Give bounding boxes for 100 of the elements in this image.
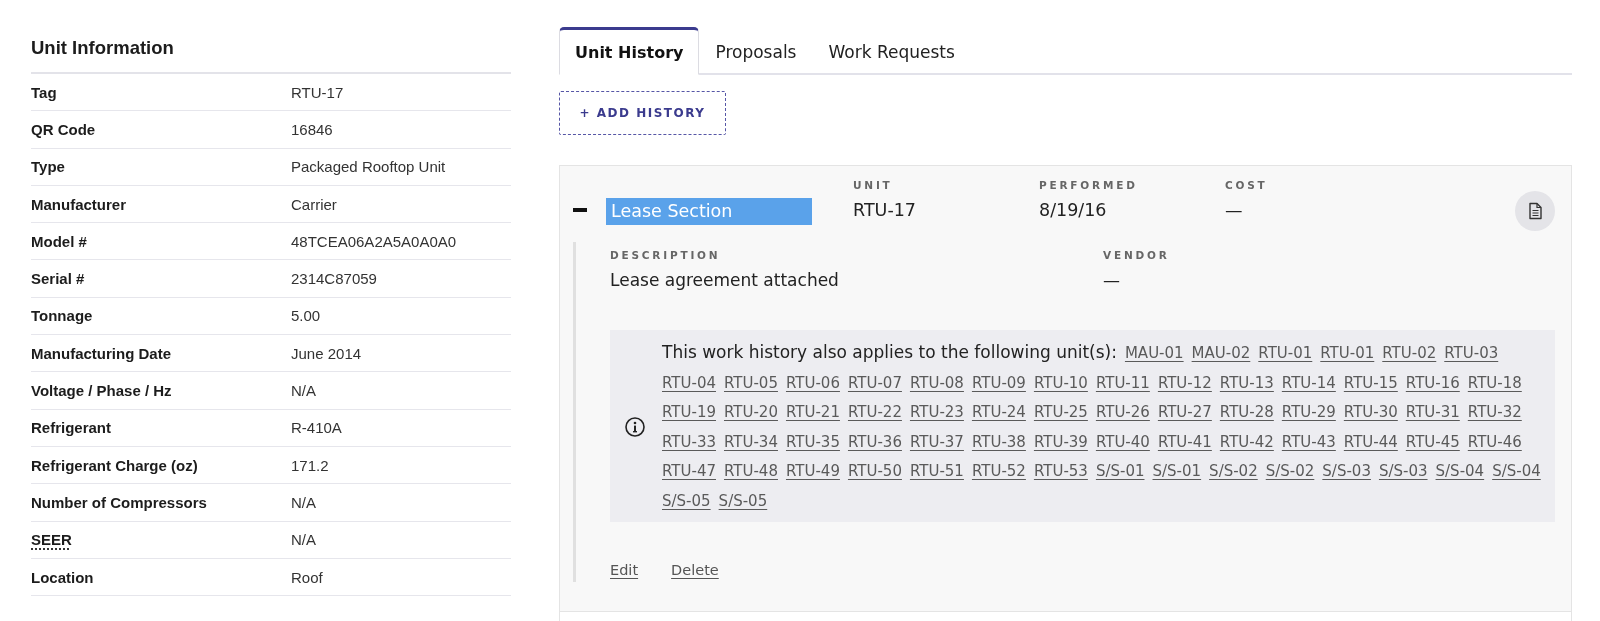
unit-link[interactable]: RTU-08: [909, 368, 964, 398]
unit-link[interactable]: MAU-01: [1124, 339, 1184, 369]
unit-link[interactable]: RTU-50: [847, 457, 902, 487]
unit-link[interactable]: RTU-49: [785, 457, 840, 487]
unit-link[interactable]: RTU-37: [909, 427, 964, 457]
unit-link[interactable]: RTU-45: [1405, 427, 1460, 457]
unit-link[interactable]: RTU-42: [1219, 427, 1274, 457]
unit-link[interactable]: RTU-21: [785, 398, 840, 428]
detail-value: Lease agreement attached: [610, 269, 839, 292]
unit-link[interactable]: RTU-05: [724, 368, 778, 398]
unit-link[interactable]: RTU-28: [1219, 398, 1274, 428]
unit-link[interactable]: RTU-34: [724, 427, 778, 457]
unit-link[interactable]: RTU-27: [1157, 398, 1212, 428]
unit-link[interactable]: RTU-40: [1095, 427, 1150, 457]
unit-link[interactable]: S/S-04: [1492, 457, 1541, 487]
unit-link[interactable]: S/S-01: [1095, 457, 1145, 487]
unit-link[interactable]: RTU-26: [1095, 398, 1150, 428]
unit-link[interactable]: RTU-06: [785, 368, 840, 398]
property-value: N/A: [291, 531, 316, 549]
unit-link[interactable]: RTU-11: [1095, 368, 1150, 398]
unit-link[interactable]: RTU-04: [662, 368, 716, 398]
property-label: Type: [31, 158, 65, 176]
notice-text: This work history also applies to the following unit(s):: [662, 341, 1117, 364]
unit-link[interactable]: RTU-38: [971, 427, 1026, 457]
unit-link[interactable]: S/S-05: [662, 486, 711, 516]
tab[interactable]: Work Requests: [812, 27, 971, 75]
property-value: N/A: [291, 493, 316, 511]
document-icon[interactable]: [1515, 191, 1555, 231]
section-title: Unit Information: [31, 36, 511, 74]
unit-link[interactable]: S/S-02: [1209, 457, 1258, 487]
property-label: QR Code: [31, 120, 96, 138]
detail-label: VENDOR: [1103, 248, 1170, 262]
property-label: Refrigerant: [31, 419, 112, 437]
detail-label: DESCRIPTION: [610, 248, 721, 262]
property-label: Tonnage: [31, 307, 93, 325]
unit-link[interactable]: S/S-02: [1265, 457, 1315, 487]
unit-link[interactable]: RTU-14: [1281, 368, 1336, 398]
info-icon: [625, 417, 645, 437]
unit-link[interactable]: RTU-30: [1343, 398, 1398, 428]
unit-link[interactable]: RTU-48: [724, 457, 778, 487]
property-value: 16846: [291, 120, 333, 138]
unit-link[interactable]: S/S-03: [1378, 457, 1428, 487]
unit-link[interactable]: RTU-51: [909, 457, 964, 487]
unit-link[interactable]: S/S-03: [1322, 457, 1371, 487]
tab[interactable]: Unit History: [559, 27, 700, 75]
unit-link[interactable]: RTU-25: [1033, 398, 1088, 428]
unit-link[interactable]: RTU-43: [1281, 427, 1336, 457]
add-history-button[interactable]: + ADD HISTORY: [559, 91, 726, 135]
property-label: Number of Compressors: [31, 493, 207, 511]
property-label: SEER: [31, 531, 72, 549]
tab[interactable]: Proposals: [699, 27, 813, 75]
unit-link[interactable]: RTU-01: [1258, 339, 1313, 369]
unit-link[interactable]: RTU-52: [971, 457, 1026, 487]
unit-link[interactable]: MAU-02: [1191, 339, 1251, 369]
unit-link[interactable]: S/S-04: [1435, 457, 1485, 487]
property-label: Voltage / Phase / Hz: [31, 382, 172, 399]
unit-link[interactable]: RTU-47: [662, 457, 716, 487]
property-value: June 2014: [291, 344, 362, 362]
unit-link[interactable]: RTU-15: [1343, 368, 1398, 398]
unit-link[interactable]: RTU-13: [1219, 368, 1274, 398]
field-value: 8/19/16: [1039, 199, 1107, 222]
unit-link[interactable]: RTU-39: [1033, 427, 1088, 457]
field-label: COST: [1225, 178, 1268, 192]
unit-link[interactable]: RTU-09: [971, 368, 1026, 398]
unit-link[interactable]: RTU-20: [724, 398, 778, 428]
property-value: 5.00: [291, 307, 321, 325]
unit-link[interactable]: RTU-02: [1382, 339, 1437, 369]
field-value: RTU-17: [853, 199, 916, 222]
unit-link[interactable]: RTU-36: [847, 427, 902, 457]
edit-link[interactable]: Edit: [610, 562, 639, 578]
unit-link[interactable]: RTU-41: [1157, 427, 1212, 457]
unit-link[interactable]: RTU-44: [1343, 427, 1398, 457]
unit-link[interactable]: RTU-33: [662, 427, 716, 457]
unit-link[interactable]: S/S-01: [1152, 457, 1202, 487]
unit-link[interactable]: RTU-31: [1405, 398, 1460, 428]
property-label: Refrigerant Charge (oz): [31, 456, 198, 474]
unit-link[interactable]: RTU-16: [1405, 368, 1460, 398]
delete-link[interactable]: Delete: [671, 562, 719, 578]
unit-link[interactable]: RTU-35: [785, 427, 840, 457]
unit-link[interactable]: RTU-46: [1467, 427, 1522, 457]
property-value: Packaged Rooftop Unit: [291, 158, 446, 176]
unit-link[interactable]: RTU-07: [847, 368, 902, 398]
unit-link[interactable]: RTU-10: [1033, 368, 1088, 398]
field-label: PERFORMED: [1039, 178, 1138, 192]
unit-link[interactable]: RTU-12: [1157, 368, 1212, 398]
unit-link[interactable]: RTU-18: [1467, 368, 1522, 398]
unit-link[interactable]: RTU-19: [662, 398, 716, 428]
unit-link[interactable]: RTU-03: [1444, 339, 1499, 369]
property-label: Tag: [31, 83, 57, 101]
property-label: Location: [31, 568, 94, 586]
unit-link[interactable]: RTU-53: [1033, 457, 1088, 487]
unit-link[interactable]: RTU-23: [909, 398, 964, 428]
property-value: 171.2: [291, 456, 329, 474]
unit-link[interactable]: RTU-01: [1320, 339, 1375, 369]
unit-link[interactable]: RTU-29: [1281, 398, 1336, 428]
unit-link[interactable]: RTU-32: [1467, 398, 1522, 428]
unit-link[interactable]: RTU-24: [971, 398, 1026, 428]
unit-link[interactable]: S/S-05: [718, 486, 768, 516]
property-label: Model #: [31, 232, 87, 250]
unit-link[interactable]: RTU-22: [847, 398, 902, 428]
